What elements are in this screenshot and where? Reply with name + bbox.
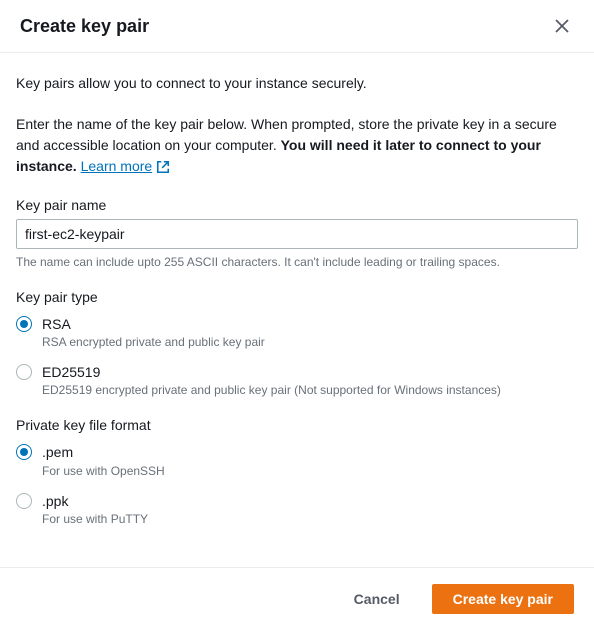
radio-icon xyxy=(16,364,32,380)
radio-content: .pem For use with OpenSSH xyxy=(42,443,578,477)
close-icon xyxy=(554,18,570,34)
radio-label: .pem xyxy=(42,443,578,461)
close-button[interactable] xyxy=(550,14,574,38)
radio-content: ED25519 ED25519 encrypted private and pu… xyxy=(42,363,578,397)
radio-description: For use with PuTTY xyxy=(42,512,578,526)
radio-option-ed25519[interactable]: ED25519 ED25519 encrypted private and pu… xyxy=(16,363,578,397)
key-pair-type-group: Key pair type RSA RSA encrypted private … xyxy=(16,289,578,397)
radio-label: RSA xyxy=(42,315,578,333)
modal-body: Key pairs allow you to connect to your i… xyxy=(0,53,594,567)
radio-option-ppk[interactable]: .ppk For use with PuTTY xyxy=(16,492,578,526)
radio-icon xyxy=(16,493,32,509)
private-key-format-label: Private key file format xyxy=(16,417,578,433)
key-pair-name-helper: The name can include upto 255 ASCII char… xyxy=(16,255,578,269)
radio-icon xyxy=(16,316,32,332)
radio-option-pem[interactable]: .pem For use with OpenSSH xyxy=(16,443,578,477)
key-pair-name-label: Key pair name xyxy=(16,197,578,213)
learn-more-label: Learn more xyxy=(81,156,153,177)
external-link-icon xyxy=(156,160,170,174)
intro-text: Key pairs allow you to connect to your i… xyxy=(16,73,578,94)
create-key-pair-button[interactable]: Create key pair xyxy=(432,584,574,614)
modal-footer: Cancel Create key pair xyxy=(0,567,594,630)
radio-description: For use with OpenSSH xyxy=(42,464,578,478)
radio-option-rsa[interactable]: RSA RSA encrypted private and public key… xyxy=(16,315,578,349)
key-pair-type-label: Key pair type xyxy=(16,289,578,305)
private-key-format-group: Private key file format .pem For use wit… xyxy=(16,417,578,525)
modal-header: Create key pair xyxy=(0,0,594,53)
key-pair-name-field: Key pair name The name can include upto … xyxy=(16,197,578,269)
radio-content: .ppk For use with PuTTY xyxy=(42,492,578,526)
radio-icon xyxy=(16,444,32,460)
radio-label: ED25519 xyxy=(42,363,578,381)
radio-content: RSA RSA encrypted private and public key… xyxy=(42,315,578,349)
create-key-pair-modal: Create key pair Key pairs allow you to c… xyxy=(0,0,594,630)
key-pair-name-input[interactable] xyxy=(16,219,578,249)
instruction-text: Enter the name of the key pair below. Wh… xyxy=(16,114,578,177)
radio-description: ED25519 encrypted private and public key… xyxy=(42,383,578,397)
learn-more-link[interactable]: Learn more xyxy=(81,156,171,177)
radio-description: RSA encrypted private and public key pai… xyxy=(42,335,578,349)
modal-title: Create key pair xyxy=(20,16,149,37)
cancel-button[interactable]: Cancel xyxy=(334,584,420,614)
radio-label: .ppk xyxy=(42,492,578,510)
